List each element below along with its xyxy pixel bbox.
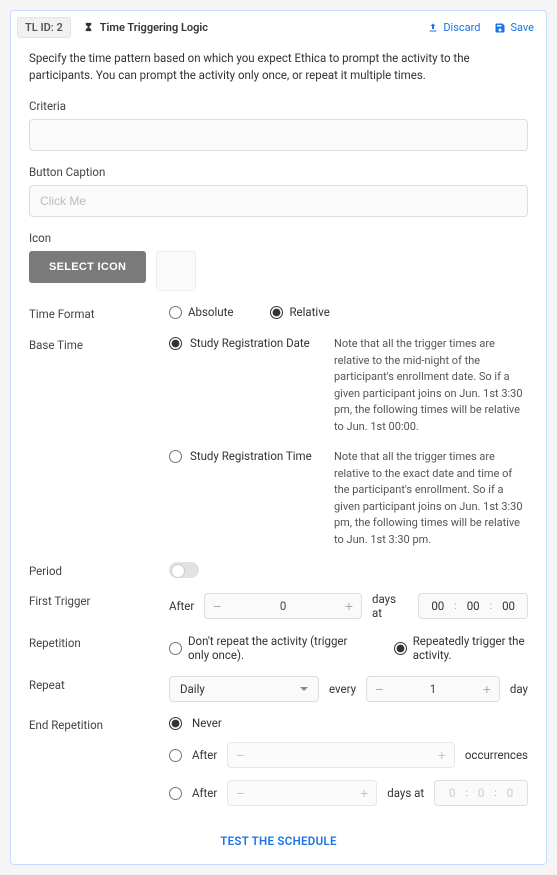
icon-preview: [156, 251, 196, 291]
colon-icon: :: [454, 601, 456, 612]
hourglass-icon: [83, 22, 94, 33]
end-repetition-label: End Repetition: [29, 716, 169, 732]
end-occurrences-inc[interactable]: +: [430, 743, 454, 767]
first-trigger-days-stepper[interactable]: − 0 +: [204, 593, 362, 619]
colon-icon: :: [494, 788, 496, 799]
panel-title-text: Time Triggering Logic: [100, 21, 208, 34]
repeat-freq-select[interactable]: Daily: [169, 676, 319, 702]
end-days-at: days at: [387, 786, 424, 800]
end-days-stepper[interactable]: − +: [227, 780, 377, 806]
end-hh: 0: [449, 786, 455, 800]
save-icon: [494, 22, 506, 34]
end-ss: 0: [507, 786, 513, 800]
repetition-repeat-label: Repeatedly trigger the activity.: [413, 634, 528, 662]
base-time-time[interactable]: Study Registration Time: [169, 449, 314, 548]
first-trigger-mm: 00: [467, 599, 480, 613]
criteria-label: Criteria: [29, 99, 528, 113]
button-caption-input[interactable]: [29, 185, 528, 217]
repetition-label: Repetition: [29, 634, 169, 650]
base-time-date-radio[interactable]: [169, 337, 182, 350]
period-label: Period: [29, 562, 169, 578]
colon-icon: :: [490, 601, 492, 612]
end-days-dec[interactable]: −: [228, 781, 252, 805]
first-trigger-hh: 00: [431, 599, 444, 613]
first-trigger-after: After: [169, 599, 194, 613]
base-time-time-label: Study Registration Time: [190, 449, 312, 463]
button-caption-label: Button Caption: [29, 165, 528, 179]
time-format-relative-label: Relative: [289, 305, 329, 319]
end-never-label: Never: [192, 716, 222, 730]
base-time-time-radio[interactable]: [169, 450, 182, 463]
save-label: Save: [510, 21, 534, 34]
time-format-absolute[interactable]: Absolute: [169, 305, 233, 319]
repeat-every: every: [329, 682, 356, 696]
end-occurrences-dec[interactable]: −: [228, 743, 252, 767]
repeat-unit: day: [510, 682, 528, 696]
icon-label: Icon: [29, 231, 528, 245]
end-days-inc[interactable]: +: [352, 781, 376, 805]
first-trigger-ss: 00: [502, 599, 515, 613]
intro-text: Specify the time pattern based on which …: [29, 50, 528, 83]
time-format-relative[interactable]: Relative: [270, 305, 329, 319]
end-after-occ-radio[interactable]: [169, 749, 182, 762]
criteria-input[interactable]: [29, 119, 528, 151]
panel-header: TL ID: 2 Time Triggering Logic Discard S…: [11, 11, 546, 44]
repetition-repeat[interactable]: Repeatedly trigger the activity.: [394, 634, 528, 662]
end-never-radio[interactable]: [169, 717, 182, 730]
first-trigger-label: First Trigger: [29, 592, 169, 608]
repeat-interval-value: 1: [391, 677, 475, 701]
first-trigger-days-dec[interactable]: −: [205, 594, 229, 618]
chevron-down-icon: [300, 687, 308, 691]
save-button[interactable]: Save: [494, 21, 534, 34]
first-trigger-days-at: days at: [372, 592, 408, 620]
base-time-label: Base Time: [29, 336, 169, 352]
repetition-once-label: Don't repeat the activity (trigger only …: [188, 634, 354, 662]
time-format-absolute-label: Absolute: [188, 305, 233, 319]
repeat-label: Repeat: [29, 676, 169, 692]
repeat-freq-value: Daily: [180, 682, 205, 696]
discard-button[interactable]: Discard: [427, 21, 480, 34]
repeat-interval-stepper[interactable]: − 1 +: [366, 676, 500, 702]
time-format-label: Time Format: [29, 305, 169, 321]
discard-label: Discard: [443, 21, 480, 34]
end-occurrences-stepper[interactable]: − +: [227, 742, 455, 768]
end-occurrences-suffix: occurrences: [465, 748, 528, 762]
base-time-time-note: Note that all the trigger times are rela…: [334, 449, 528, 548]
end-after-days-label: After: [192, 786, 217, 800]
repeat-interval-inc[interactable]: +: [475, 677, 499, 701]
first-trigger-time[interactable]: 00 : 00 : 00: [418, 593, 528, 619]
colon-icon: :: [465, 788, 467, 799]
select-icon-button[interactable]: SELECT ICON: [29, 251, 146, 283]
repetition-once-radio[interactable]: [169, 642, 182, 655]
upload-icon: [427, 22, 439, 34]
repeat-interval-dec[interactable]: −: [367, 677, 391, 701]
time-triggering-panel: TL ID: 2 Time Triggering Logic Discard S…: [10, 10, 547, 865]
panel-title: Time Triggering Logic: [75, 18, 216, 37]
end-after-occ-label: After: [192, 748, 217, 762]
end-time[interactable]: 0 : 0 : 0: [434, 780, 528, 806]
time-format-relative-radio[interactable]: [270, 306, 283, 319]
end-after-days-radio[interactable]: [169, 787, 182, 800]
repetition-once[interactable]: Don't repeat the activity (trigger only …: [169, 634, 354, 662]
period-toggle[interactable]: [169, 562, 199, 578]
tl-id-badge: TL ID: 2: [17, 17, 71, 38]
first-trigger-days-inc[interactable]: +: [337, 594, 361, 618]
test-schedule-link[interactable]: TEST THE SCHEDULE: [220, 834, 337, 848]
base-time-date[interactable]: Study Registration Date: [169, 336, 314, 435]
base-time-date-note: Note that all the trigger times are rela…: [334, 336, 528, 435]
first-trigger-days-value: 0: [229, 594, 337, 618]
end-occurrences-value: [252, 743, 430, 767]
base-time-date-label: Study Registration Date: [190, 336, 310, 350]
repetition-repeat-radio[interactable]: [394, 642, 407, 655]
time-format-absolute-radio[interactable]: [169, 306, 182, 319]
end-days-value: [252, 781, 352, 805]
end-mm: 0: [478, 786, 484, 800]
